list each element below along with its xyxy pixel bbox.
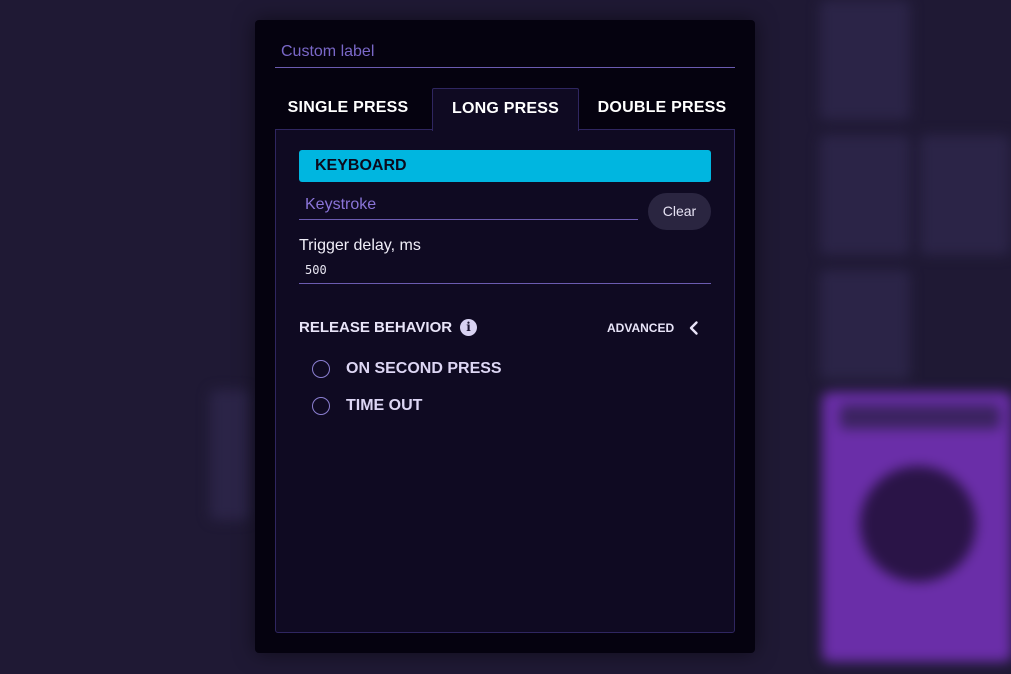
advanced-toggle[interactable]: ADVANCED bbox=[607, 319, 702, 337]
release-option-label: TIME OUT bbox=[346, 397, 423, 414]
background-tile bbox=[920, 135, 1010, 255]
release-option-label: ON SECOND PRESS bbox=[346, 360, 502, 377]
tab-long-press[interactable]: LONG PRESS bbox=[432, 88, 579, 131]
info-icon[interactable]: i bbox=[460, 319, 478, 336]
background-tile bbox=[210, 390, 250, 520]
radio-button[interactable] bbox=[312, 360, 330, 378]
background-tile bbox=[820, 270, 910, 380]
keystroke-input[interactable]: Keystroke bbox=[299, 192, 638, 220]
background-purple-card-header bbox=[840, 405, 1000, 429]
release-option-on-second-press[interactable]: ON SECOND PRESS bbox=[312, 360, 502, 378]
advanced-label: ADVANCED bbox=[607, 321, 675, 335]
tab-single-press[interactable]: SINGLE PRESS bbox=[275, 88, 421, 130]
press-type-tabs: SINGLE PRESS LONG PRESS DOUBLE PRESS bbox=[275, 88, 737, 131]
tab-double-press[interactable]: DOUBLE PRESS bbox=[587, 88, 737, 130]
background-tile bbox=[820, 135, 910, 255]
release-behavior-heading: RELEASE BEHAVIOR i bbox=[299, 319, 478, 336]
button-config-modal: Custom label SINGLE PRESS LONG PRESS DOU… bbox=[255, 20, 755, 653]
release-behavior-title: RELEASE BEHAVIOR bbox=[299, 319, 453, 336]
chevron-left-icon bbox=[689, 321, 698, 335]
radio-button[interactable] bbox=[312, 397, 330, 415]
long-press-panel: KEYBOARD Keystroke Clear Trigger delay, … bbox=[275, 129, 735, 633]
background-dial bbox=[860, 466, 976, 582]
trigger-delay-input[interactable]: 500 bbox=[299, 259, 711, 284]
release-option-time-out[interactable]: TIME OUT bbox=[312, 397, 422, 415]
custom-label-input[interactable]: Custom label bbox=[275, 36, 735, 68]
clear-button[interactable]: Clear bbox=[648, 193, 711, 230]
trigger-delay-label: Trigger delay, ms bbox=[299, 237, 421, 254]
action-type-keyboard[interactable]: KEYBOARD bbox=[299, 150, 711, 182]
background-tile bbox=[820, 0, 910, 120]
